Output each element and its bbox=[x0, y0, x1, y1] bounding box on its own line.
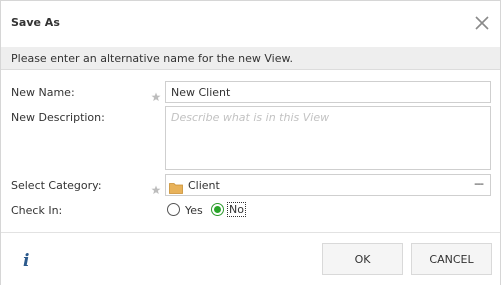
info-icon[interactable]: i bbox=[23, 251, 29, 271]
folder-icon bbox=[169, 179, 183, 194]
new-description-label: New Description: bbox=[11, 111, 105, 124]
dialog-footer: i OK CANCEL bbox=[1, 232, 500, 285]
save-as-dialog: Save As Please enter an alternative name… bbox=[0, 0, 501, 285]
ok-button[interactable]: OK bbox=[322, 243, 403, 275]
check-in-no-label[interactable]: No bbox=[227, 202, 246, 217]
check-in-yes-label[interactable]: Yes bbox=[185, 204, 203, 217]
new-name-input[interactable] bbox=[165, 81, 491, 103]
info-message: Please enter an alternative name for the… bbox=[11, 52, 293, 65]
cancel-button[interactable]: CANCEL bbox=[411, 243, 492, 275]
info-bar: Please enter an alternative name for the… bbox=[1, 47, 500, 70]
check-in-no-radio[interactable] bbox=[211, 203, 224, 216]
new-name-label: New Name: bbox=[11, 86, 75, 99]
category-browse-button[interactable]: --- bbox=[474, 177, 484, 190]
asterisk-icon bbox=[151, 87, 161, 101]
select-category-label: Select Category: bbox=[11, 179, 102, 192]
asterisk-icon bbox=[151, 180, 161, 194]
new-description-textarea[interactable] bbox=[165, 106, 491, 170]
check-in-yes-radio[interactable] bbox=[167, 203, 180, 216]
check-in-label: Check In: bbox=[11, 204, 63, 217]
close-icon[interactable] bbox=[473, 14, 491, 32]
category-value: Client bbox=[188, 179, 220, 192]
dialog-titlebar: Save As bbox=[1, 1, 500, 46]
category-selector[interactable]: Client --- bbox=[165, 174, 491, 196]
dialog-title: Save As bbox=[11, 16, 60, 29]
